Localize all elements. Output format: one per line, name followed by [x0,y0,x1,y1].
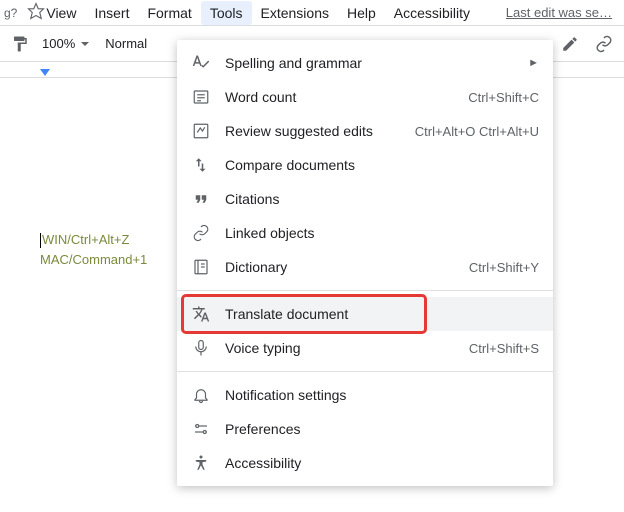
spellcheck-icon [191,53,211,73]
menu-item-voice-typing[interactable]: Voice typing Ctrl+Shift+S [177,331,553,365]
star-icon[interactable] [21,2,37,23]
menu-item-compare-documents[interactable]: Compare documents [177,148,553,182]
menu-bar: g? ViewInsertFormatToolsExtensionsHelpAc… [0,0,624,26]
menu-item-word-count[interactable]: Word count Ctrl+Shift+C [177,80,553,114]
menu-item-accessibility[interactable]: Accessibility [177,446,553,480]
menu-help[interactable]: Help [338,1,385,25]
linked-icon [191,223,211,243]
paint-format-icon[interactable] [8,32,32,56]
caret-down-icon [81,42,89,46]
menu-item-label: Notification settings [225,387,539,403]
wordcount-icon [191,87,211,107]
menu-item-label: Dictionary [225,259,459,275]
compare-icon [191,155,211,175]
menu-item-shortcut: Ctrl+Shift+S [469,341,539,356]
menu-item-label: Review suggested edits [225,123,405,139]
zoom-selector[interactable]: 100% [38,36,93,51]
menu-item-dictionary[interactable]: Dictionary Ctrl+Shift+Y [177,250,553,284]
document-text: WIN/Ctrl+Alt+Z MAC/Command+1 [40,230,147,270]
edit-mode-icon[interactable] [558,32,582,56]
menu-item-label: Word count [225,89,458,105]
menu-item-shortcut: Ctrl+Alt+O Ctrl+Alt+U [415,124,539,139]
zoom-value: 100% [42,36,75,51]
doc-line-1: WIN/Ctrl+Alt+Z [40,230,147,250]
menu-tools[interactable]: Tools [201,1,252,25]
menu-item-label: Citations [225,191,539,207]
review-icon [191,121,211,141]
menu-item-review-suggested-edits[interactable]: Review suggested edits Ctrl+Alt+O Ctrl+Al… [177,114,553,148]
dictionary-icon [191,257,211,277]
title-fragment: g? [4,6,21,20]
menu-items: ViewInsertFormatToolsExtensionsHelpAcces… [37,1,479,25]
menu-format[interactable]: Format [138,1,200,25]
menu-insert[interactable]: Insert [85,1,138,25]
link-icon[interactable] [592,32,616,56]
menu-divider [177,290,553,291]
menu-item-linked-objects[interactable]: Linked objects [177,216,553,250]
menu-item-notification-settings[interactable]: Notification settings [177,378,553,412]
menu-accessibility[interactable]: Accessibility [385,1,479,25]
submenu-arrow-icon: ► [528,57,539,69]
tools-dropdown: Spelling and grammar ► Word count Ctrl+Shif… [177,40,553,486]
translate-icon [191,304,211,324]
menu-item-label: Translate document [225,306,539,322]
menu-item-translate-document[interactable]: Translate document [177,297,553,331]
menu-item-spelling-and-grammar[interactable]: Spelling and grammar ► [177,46,553,80]
menu-item-label: Linked objects [225,225,539,241]
style-value: Normal [105,36,147,51]
voice-icon [191,338,211,358]
menu-extensions[interactable]: Extensions [252,1,338,25]
menu-item-shortcut: Ctrl+Shift+Y [469,260,539,275]
menu-item-citations[interactable]: Citations [177,182,553,216]
menu-item-label: Preferences [225,421,539,437]
accessibility-icon [191,453,211,473]
bell-icon [191,385,211,405]
menu-item-label: Accessibility [225,455,539,471]
last-edit-link[interactable]: Last edit was se… [506,5,612,20]
prefs-icon [191,419,211,439]
menu-item-label: Compare documents [225,157,539,173]
menu-item-preferences[interactable]: Preferences [177,412,553,446]
menu-item-label: Voice typing [225,340,459,356]
menu-divider [177,371,553,372]
citations-icon [191,189,211,209]
menu-item-shortcut: Ctrl+Shift+C [468,90,539,105]
doc-line-2: MAC/Command+1 [40,250,147,270]
menu-item-label: Spelling and grammar [225,55,520,71]
menu-view[interactable]: View [37,1,85,25]
style-selector[interactable]: Normal [99,36,155,51]
